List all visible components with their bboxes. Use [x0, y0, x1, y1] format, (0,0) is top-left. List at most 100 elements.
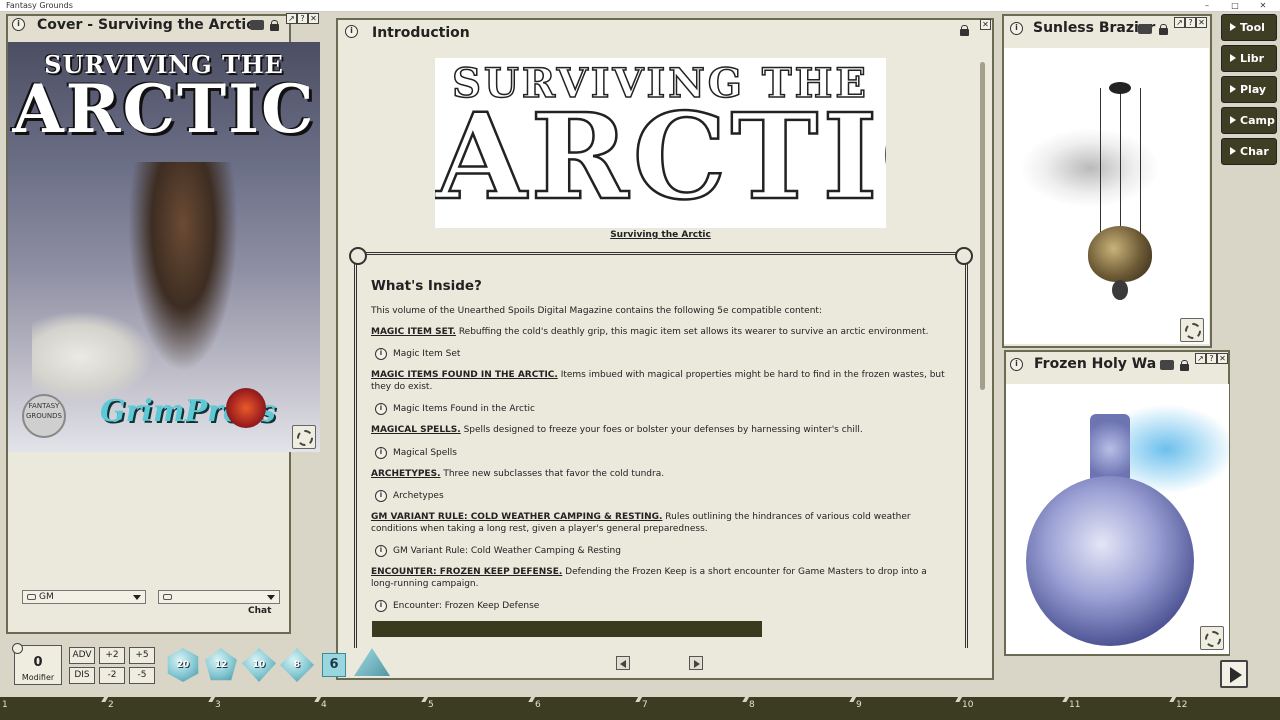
lock-icon[interactable]: [1180, 360, 1189, 371]
info-icon: i: [375, 446, 387, 459]
window-title-bar: Fantasy Grounds – □ ✕: [0, 0, 1280, 12]
record-link-gm-variant-rule[interactable]: i GM Variant Rule: Cold Weather Camping &…: [371, 544, 951, 558]
pin-button[interactable]: ↗: [286, 13, 297, 24]
d8-die[interactable]: 8: [280, 648, 314, 682]
sidebar-button-campaign[interactable]: Camp: [1221, 107, 1277, 134]
gear-icon[interactable]: [12, 643, 23, 654]
lock-icon[interactable]: [270, 20, 279, 31]
sidebar-button-character[interactable]: Char: [1221, 138, 1277, 165]
section-label: MAGIC ITEMS FOUND IN THE ARCTIC.: [371, 370, 558, 380]
info-icon[interactable]: i: [1010, 22, 1023, 35]
sidebar-button-library[interactable]: Libr: [1221, 45, 1277, 72]
close-icon[interactable]: ✕: [308, 13, 319, 24]
hotkey-slot-5[interactable]: 5: [428, 700, 434, 710]
gear-icon[interactable]: [1180, 318, 1204, 342]
sidebar-button-label: Camp: [1240, 114, 1275, 127]
hotkey-slot-12[interactable]: 12: [1176, 700, 1187, 710]
next-page-button[interactable]: [689, 656, 703, 670]
sidebar-button-tool[interactable]: Tool: [1221, 14, 1277, 41]
play-icon: [1230, 54, 1236, 62]
share-icon[interactable]: [250, 20, 264, 30]
play-icon[interactable]: [1220, 660, 1248, 688]
info-icon[interactable]: i: [345, 25, 358, 38]
chat-controls: GM Chat: [20, 588, 282, 624]
plus-two-button[interactable]: +2: [99, 647, 125, 664]
image-caption-link[interactable]: Surviving the Arctic: [435, 230, 886, 240]
cover-panel-title: Cover - Surviving the Arctic: [37, 17, 255, 33]
hotkey-slot-3[interactable]: 3: [215, 700, 221, 710]
content-paragraph: MAGICAL SPELLS. Spells designed to freez…: [371, 425, 951, 437]
hotkey-slot-10[interactable]: 10: [962, 700, 973, 710]
help-button[interactable]: ?: [1206, 353, 1217, 364]
minus-two-button[interactable]: -2: [99, 667, 125, 684]
minus-five-button[interactable]: -5: [129, 667, 155, 684]
record-link-magic-items-found[interactable]: i Magic Items Found in the Arctic: [371, 402, 951, 416]
bottle-body: [1026, 476, 1194, 646]
chat-button[interactable]: Chat: [248, 606, 271, 616]
hotkey-slot-11[interactable]: 11: [1069, 700, 1080, 710]
intro-content: What's Inside? This volume of the Uneart…: [371, 278, 951, 622]
close-icon[interactable]: ✕: [1196, 17, 1207, 28]
share-icon[interactable]: [1138, 24, 1152, 34]
section-label: MAGICAL SPELLS.: [371, 425, 461, 435]
info-icon: i: [375, 348, 387, 360]
lamp-tip: [1112, 280, 1128, 300]
hotkey-slot-7[interactable]: 7: [642, 700, 648, 710]
d12-die[interactable]: 12: [205, 648, 237, 681]
record-link-archetypes[interactable]: i Archetypes: [371, 489, 951, 503]
minimize-button[interactable]: –: [1194, 0, 1220, 11]
info-icon[interactable]: i: [1010, 358, 1023, 371]
hotkey-slot-1[interactable]: 1: [2, 700, 8, 710]
play-icon: [1230, 85, 1236, 93]
pin-button[interactable]: ↗: [1195, 353, 1206, 364]
pin-button[interactable]: ↗: [1174, 17, 1185, 28]
maximize-button[interactable]: □: [1222, 0, 1248, 11]
publisher-emblem: [226, 388, 266, 428]
info-icon[interactable]: i: [12, 18, 25, 31]
d20-die[interactable]: 20: [167, 648, 199, 682]
hotkey-slot-4[interactable]: 4: [321, 700, 327, 710]
sidebar-button-player[interactable]: Play: [1221, 76, 1277, 103]
disadvantage-button[interactable]: DIS: [69, 667, 95, 684]
cover-art: SURVIVING THE ARCTIC FANTASY GROUNDS Gri…: [8, 42, 320, 452]
record-link-magic-item-set[interactable]: i Magic Item Set: [371, 347, 951, 361]
d6-die[interactable]: 6: [322, 653, 346, 677]
arctic-logo-image: SURVIVING THE ARCTIC: [435, 58, 886, 228]
hotkey-slot-9[interactable]: 9: [856, 700, 862, 710]
hotkey-slot-8[interactable]: 8: [749, 700, 755, 710]
cover-title-big: ARCTIC: [12, 70, 316, 148]
intro-scrollbar[interactable]: [980, 62, 985, 390]
record-link-encounter[interactable]: i Encounter: Frozen Keep Defense: [371, 599, 951, 613]
link-label: Magic Items Found in the Arctic: [393, 404, 535, 414]
identity-select[interactable]: GM: [22, 590, 146, 604]
play-icon: [1230, 116, 1236, 124]
help-button[interactable]: ?: [297, 13, 308, 24]
link-label: Magic Item Set: [393, 349, 461, 359]
plus-five-button[interactable]: +5: [129, 647, 155, 664]
gear-icon[interactable]: [1200, 626, 1224, 650]
share-icon[interactable]: [1160, 360, 1174, 370]
advantage-button[interactable]: ADV: [69, 647, 95, 664]
hotkey-slot-6[interactable]: 6: [535, 700, 541, 710]
link-label: GM Variant Rule: Cold Weather Camping & …: [393, 546, 621, 556]
link-label: Archetypes: [393, 491, 444, 501]
help-button[interactable]: ?: [1185, 17, 1196, 28]
close-icon[interactable]: ✕: [1217, 353, 1228, 364]
lamp-top: [1109, 82, 1131, 94]
close-icon[interactable]: ✕: [980, 19, 991, 30]
lock-icon[interactable]: [1159, 24, 1168, 35]
link-label: Magical Spells: [393, 447, 457, 458]
speech-bubble-icon: [27, 594, 36, 600]
info-icon: i: [375, 545, 387, 557]
d10-die[interactable]: 10: [242, 648, 276, 682]
gear-icon[interactable]: [292, 425, 316, 449]
previous-page-button[interactable]: [616, 656, 630, 670]
info-icon: i: [375, 403, 387, 415]
lock-icon[interactable]: [960, 25, 969, 36]
record-link-magical-spells[interactable]: i Magical Spells: [371, 446, 951, 460]
bottle-neck: [1090, 414, 1130, 484]
close-window-button[interactable]: ✕: [1250, 0, 1276, 11]
section-text: Rebuffing the cold's deathly grip, this …: [455, 326, 929, 337]
target-select[interactable]: [158, 590, 280, 604]
hotkey-slot-2[interactable]: 2: [108, 700, 114, 710]
